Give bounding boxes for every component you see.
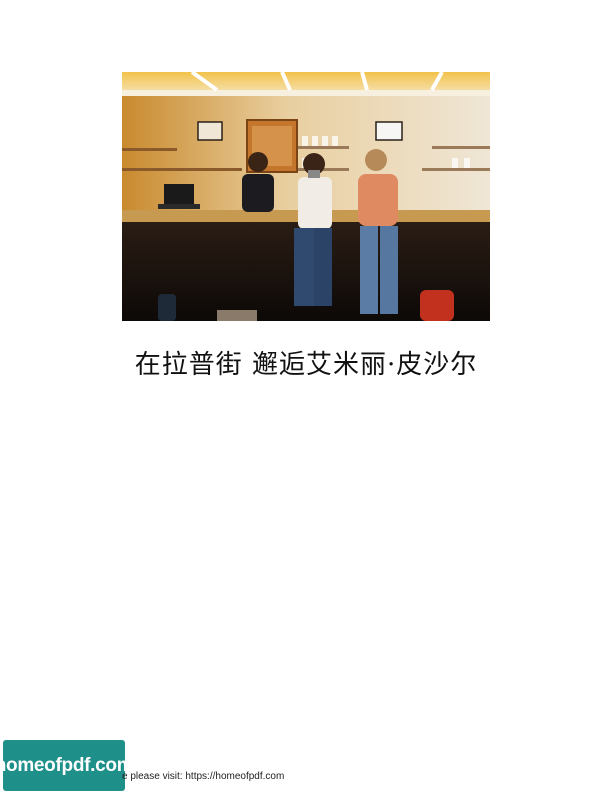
logo-text: homeofpdf.com <box>0 754 134 776</box>
footer-visit-link[interactable]: e please visit: https://homeofpdf.com <box>122 771 284 782</box>
homeofpdf-logo[interactable]: homeofpdf.com <box>0 740 134 791</box>
page-title: 在拉普街 邂逅艾米丽·皮沙尔 <box>134 350 478 380</box>
page: 在拉普街 邂逅艾米丽·皮沙尔 homeofpdf.com e please vi… <box>0 0 612 792</box>
cover-photo <box>122 72 490 321</box>
